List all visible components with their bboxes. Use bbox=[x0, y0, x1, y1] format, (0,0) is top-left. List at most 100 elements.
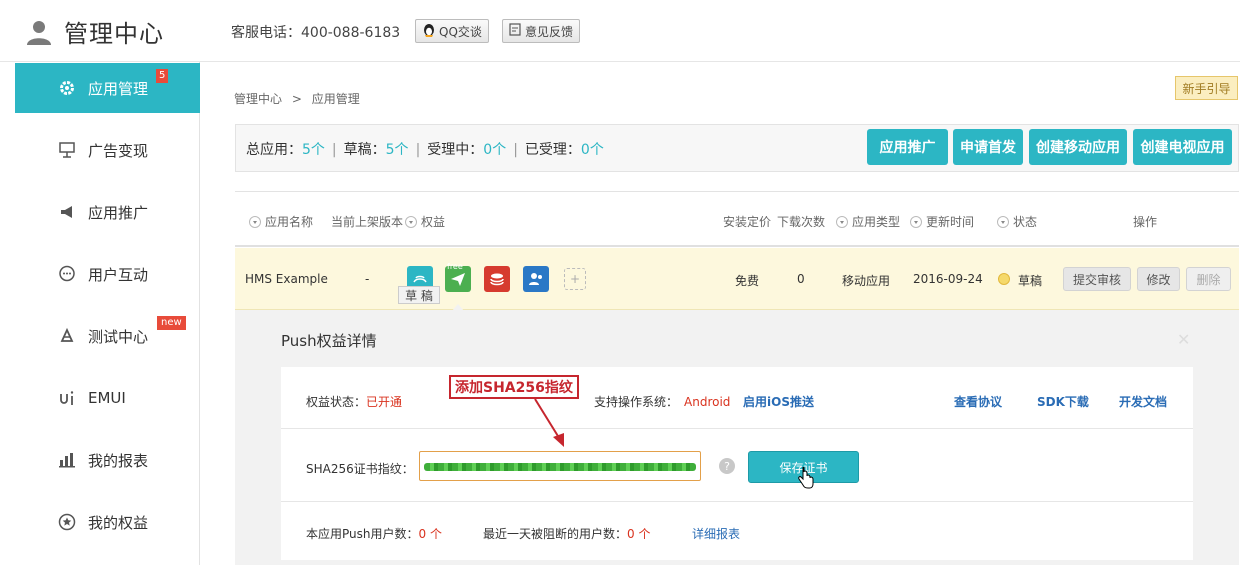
divider bbox=[281, 428, 1193, 429]
sidebar-item-emui[interactable]: EMUI bbox=[15, 373, 200, 423]
submit-review-button[interactable]: 提交审核 bbox=[1063, 267, 1131, 291]
sidebar-item-label: EMUI bbox=[88, 389, 126, 407]
stat-draft-label: 草稿： bbox=[343, 142, 386, 158]
edit-button[interactable]: 修改 bbox=[1137, 267, 1180, 291]
col-updated[interactable]: 更新时间 bbox=[910, 213, 974, 230]
push-panel-title: Push权益详情 bbox=[281, 332, 377, 350]
beginner-guide-button[interactable]: 新手引导 bbox=[1175, 76, 1238, 100]
sidebar-item-my-reports[interactable]: 我的报表 bbox=[15, 435, 200, 485]
updated-cell: 2016-09-24 bbox=[913, 272, 983, 286]
chat-bubble-icon bbox=[57, 264, 77, 284]
enable-ios-push-link[interactable]: 启用iOS推送 bbox=[743, 393, 814, 410]
col-status[interactable]: 状态 bbox=[997, 213, 1037, 230]
stats-bar: 总应用：5个 | 草稿：5个 | 受理中：0个 | 已受理：0个 应用推广 申请首发 创建移… bbox=[235, 124, 1239, 172]
sidebar: 应用管理 5 广告变现 应用推广 用户互动 测试中心 EMUI 我的报表 我的权… bbox=[0, 62, 200, 565]
detailed-report-link[interactable]: 详细报表 bbox=[692, 525, 740, 542]
sha256-input[interactable] bbox=[419, 451, 701, 481]
stat-pending-value[interactable]: 0个 bbox=[483, 142, 506, 158]
col-price: 安装定价 bbox=[723, 215, 772, 229]
create-tv-app-button[interactable]: 创建电视应用 bbox=[1133, 129, 1232, 165]
create-mobile-app-button[interactable]: 创建移动应用 bbox=[1029, 129, 1127, 165]
brand: 管理中心 bbox=[26, 14, 164, 49]
apply-first-release-button[interactable]: 申请首发 bbox=[953, 129, 1023, 165]
feedback-icon bbox=[509, 23, 522, 39]
col-app-name[interactable]: 应用名称 bbox=[249, 213, 313, 230]
stats-summary: 总应用：5个 | 草稿：5个 | 受理中：0个 | 已受理：0个 bbox=[246, 139, 604, 159]
version-cell: - bbox=[365, 272, 370, 286]
stat-pending-label: 受理中： bbox=[427, 142, 484, 158]
sha256-label: SHA256证书指纹： bbox=[306, 462, 414, 476]
stat-total-value[interactable]: 5个 bbox=[302, 142, 325, 158]
breadcrumb-root[interactable]: 管理中心 bbox=[234, 92, 282, 106]
view-protocol-link[interactable]: 查看协议 bbox=[954, 393, 1002, 410]
price-cell: 免费 bbox=[735, 274, 760, 288]
col-rights: 权益 bbox=[421, 215, 446, 229]
stat-accepted-value[interactable]: 0个 bbox=[581, 142, 604, 158]
push-icon[interactable]: free bbox=[445, 262, 471, 292]
sidebar-item-app-promotion[interactable]: 应用推广 bbox=[15, 187, 200, 237]
sidebar-item-label: 用户互动 bbox=[88, 265, 149, 284]
sort-dropdown-icon[interactable] bbox=[997, 215, 1009, 228]
sort-dropdown-icon[interactable] bbox=[910, 215, 922, 228]
free-tag: free bbox=[447, 262, 463, 271]
col-version[interactable]: 当前上架版本 bbox=[331, 213, 421, 230]
billboard-icon bbox=[57, 140, 77, 160]
feedback-button[interactable]: 意见反馈 bbox=[502, 19, 581, 43]
sidebar-item-ad-monetization[interactable]: 广告变现 bbox=[15, 125, 200, 175]
table-row: HMS Example - free + 草 稿 免费 0 移动应用 2016-… bbox=[235, 248, 1239, 310]
stat-separator: | bbox=[513, 142, 518, 158]
draft-tag: 草 稿 bbox=[398, 286, 440, 304]
qq-chat-button[interactable]: QQ交谈 bbox=[415, 19, 489, 43]
col-downloads: 下载次数 bbox=[777, 215, 826, 229]
breadcrumb: 管理中心 > 应用管理 bbox=[234, 90, 360, 107]
sort-dropdown-icon[interactable] bbox=[405, 215, 418, 228]
status-dot-icon bbox=[998, 273, 1010, 285]
badge-new: new bbox=[157, 316, 186, 330]
account-icon[interactable] bbox=[523, 266, 549, 292]
top-bar: 管理中心 客服电话：400-088-6183 QQ交谈 意见反馈 bbox=[0, 0, 1240, 62]
delete-button[interactable]: 删除 bbox=[1186, 267, 1231, 291]
badge-count: 5 bbox=[156, 69, 169, 83]
dev-docs-link[interactable]: 开发文档 bbox=[1119, 393, 1167, 410]
sidebar-item-label: 测试中心 bbox=[88, 327, 149, 346]
rights-status: 权益状态：已开通 bbox=[306, 395, 403, 409]
table-header: 应用名称 当前上架版本 权益 安装定价 下载次数 应用类型 更新时间 状态 操作 bbox=[235, 191, 1239, 247]
col-type[interactable]: 应用类型 bbox=[836, 213, 900, 230]
type-cell: 移动应用 bbox=[842, 274, 891, 288]
bar-chart-icon bbox=[57, 450, 77, 470]
supported-os: 支持操作系统： Android bbox=[594, 395, 731, 409]
annotation-arrow-icon bbox=[534, 398, 564, 447]
help-icon[interactable]: ? bbox=[719, 458, 735, 474]
qq-chat-label: QQ交谈 bbox=[439, 24, 482, 39]
page-title: 管理中心 bbox=[64, 20, 164, 48]
gear-icon bbox=[57, 78, 77, 98]
sidebar-item-app-management[interactable]: 应用管理 5 bbox=[15, 63, 200, 113]
stat-accepted-label: 已受理： bbox=[524, 142, 581, 158]
sdk-download-link[interactable]: SDK下载 bbox=[1037, 393, 1089, 410]
test-icon bbox=[57, 326, 77, 346]
megaphone-icon bbox=[57, 202, 77, 222]
push-rights-panel: Push权益详情 ✕ 权益状态：已开通 支持操作系统： Android 启用iOS… bbox=[235, 304, 1239, 565]
user-icon bbox=[26, 19, 52, 45]
stat-total-label: 总应用： bbox=[246, 142, 302, 158]
sidebar-item-label: 我的权益 bbox=[88, 513, 149, 532]
sidebar-item-label: 广告变现 bbox=[88, 141, 149, 160]
sidebar-item-user-interaction[interactable]: 用户互动 bbox=[15, 249, 200, 299]
app-promotion-button[interactable]: 应用推广 bbox=[867, 129, 948, 165]
sidebar-item-label: 应用推广 bbox=[88, 203, 149, 222]
sidebar-item-label: 我的报表 bbox=[88, 451, 149, 470]
downloads-cell: 0 bbox=[797, 272, 805, 286]
sort-dropdown-icon[interactable] bbox=[249, 215, 261, 228]
sort-dropdown-icon[interactable] bbox=[836, 215, 848, 228]
star-circle-icon bbox=[57, 512, 77, 532]
push-users-count: 本应用Push用户数：0 个 bbox=[306, 527, 442, 541]
stat-draft-value[interactable]: 5个 bbox=[386, 142, 409, 158]
sidebar-item-my-rights[interactable]: 我的权益 bbox=[15, 497, 200, 547]
hotline-text: 客服电话：400-088-6183 bbox=[231, 25, 401, 41]
close-icon[interactable]: ✕ bbox=[1177, 330, 1190, 349]
app-name-cell[interactable]: HMS Example bbox=[245, 272, 328, 286]
payment-icon[interactable] bbox=[484, 266, 510, 292]
add-right-icon[interactable]: + bbox=[564, 268, 586, 290]
annotation-label: 添加SHA256指纹 bbox=[449, 375, 579, 399]
col-operations: 操作 bbox=[1133, 215, 1158, 229]
